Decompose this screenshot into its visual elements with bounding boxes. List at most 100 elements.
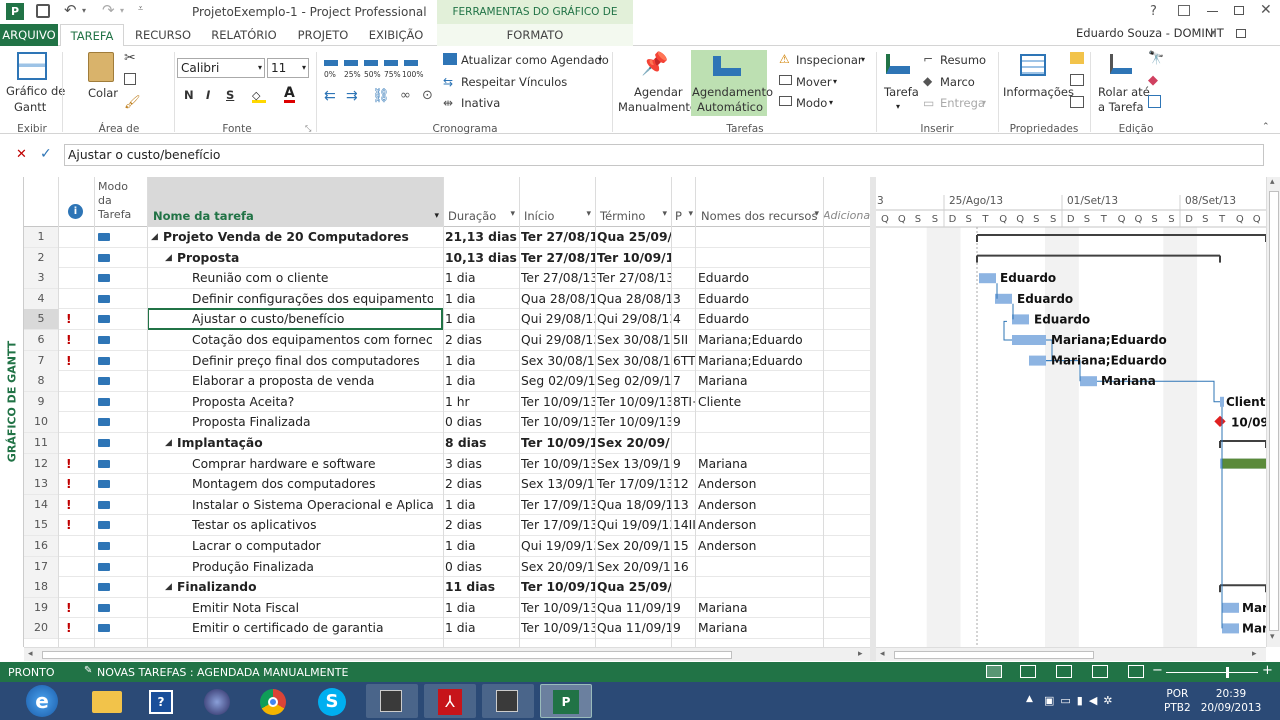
scroll-right-icon[interactable]: ▸: [858, 649, 863, 659]
task-resources[interactable]: [698, 557, 822, 577]
table-row[interactable]: 18 ◢Finalizando11 diasTer 10/09/13Qua 25/…: [24, 577, 870, 598]
task-finish[interactable]: Seg 02/09/13: [597, 371, 671, 391]
task-duration[interactable]: 2 dias: [445, 474, 519, 494]
find-icon[interactable]: 🔭: [1148, 51, 1164, 66]
task-resources[interactable]: [698, 433, 822, 453]
task-start[interactable]: Qui 29/08/13: [521, 309, 595, 329]
task-duration[interactable]: 1 dia: [445, 495, 519, 515]
auto-schedule-button-line2[interactable]: Automático: [697, 100, 763, 114]
task-predecessors[interactable]: [673, 268, 695, 288]
task-start[interactable]: Sex 13/09/13: [521, 474, 595, 494]
task-predecessors[interactable]: 9: [673, 454, 695, 474]
task-name[interactable]: Finalizando: [177, 577, 443, 597]
task-resources[interactable]: Mariana: [698, 598, 822, 618]
task-predecessors[interactable]: 3: [673, 289, 695, 309]
task-start[interactable]: Ter 17/09/13: [521, 515, 595, 535]
task-resources[interactable]: Mariana;Eduardo: [698, 351, 822, 371]
start-col-header[interactable]: Início ▾: [519, 209, 595, 223]
task-name[interactable]: Proposta Finalizada: [192, 412, 433, 432]
task-start[interactable]: Ter 10/09/13: [521, 577, 595, 597]
task-finish[interactable]: Qua 28/08/1: [597, 289, 671, 309]
tab-task[interactable]: TAREFA: [60, 24, 124, 47]
tab-resource[interactable]: RECURSO: [128, 24, 198, 46]
task-duration[interactable]: 11 dias: [445, 577, 519, 597]
table-row[interactable]: 7! Definir preço final dos computadores 1 …: [24, 350, 870, 372]
task-predecessors[interactable]: 14II: [673, 515, 695, 535]
move-button[interactable]: Mover: [796, 75, 832, 89]
task-finish[interactable]: Qui 29/08/13: [597, 309, 671, 329]
task-duration[interactable]: 2 dias: [445, 330, 519, 350]
underline-button[interactable]: S: [226, 88, 234, 102]
task-name[interactable]: Elaborar a proposta de venda: [192, 371, 433, 391]
table-row[interactable]: 13! Montagem dos computadores 2 dias Sex 13…: [24, 474, 870, 495]
task-resources[interactable]: Mariana: [698, 454, 822, 474]
language-indicator[interactable]: POR PTB2: [1164, 687, 1191, 715]
customize-qat-icon[interactable]: ⩡: [138, 4, 143, 14]
table-row[interactable]: 16 Lacrar o computador 1 dia Qui 19/09/13 Se…: [24, 536, 870, 557]
task-name[interactable]: Projeto Venda de 20 Computadores: [163, 227, 443, 247]
task-name[interactable]: Testar os aplicativos: [192, 515, 433, 535]
task-predecessors[interactable]: 16: [673, 557, 695, 577]
task-name[interactable]: Lacrar o computador: [192, 536, 433, 556]
table-row[interactable]: 20! Emitir o certificado de garantia 1 dia…: [24, 618, 870, 639]
project-taskbar-icon[interactable]: P: [540, 684, 592, 718]
gantt-chart-button[interactable]: Gráfico de: [6, 84, 65, 98]
scroll-left-icon[interactable]: ◂: [28, 649, 33, 659]
clear-icon[interactable]: ◆: [1148, 73, 1158, 88]
pct-100-button[interactable]: 100%: [402, 70, 423, 79]
split-task-icon[interactable]: ⊙: [422, 88, 433, 103]
task-finish[interactable]: Qua 18/09/1: [597, 495, 671, 515]
task-duration[interactable]: 3 dias: [445, 454, 519, 474]
duration-col-header[interactable]: Duração ▾: [443, 209, 519, 223]
collapse-toggle-icon[interactable]: ◢: [165, 577, 172, 597]
task-duration[interactable]: 1 dia: [445, 536, 519, 556]
task-start[interactable]: Ter 10/09/13: [521, 392, 595, 412]
task-start[interactable]: Ter 10/09/13: [521, 433, 595, 453]
task-predecessors[interactable]: [673, 577, 695, 597]
table-row[interactable]: 15! Testar os aplicativos 2 dias Ter 17/09/…: [24, 515, 870, 536]
summary-button[interactable]: Resumo: [940, 53, 986, 67]
format-painter-icon[interactable]: 🖌: [124, 95, 141, 110]
gantt-horizontal-scrollbar[interactable]: ◂ ▸: [876, 647, 1266, 661]
add-column-header[interactable]: Adicionar N: [823, 209, 870, 222]
table-row[interactable]: 6! Cotação dos equipamentos com fornecedo…: [24, 330, 870, 351]
task-duration[interactable]: 1 dia: [445, 371, 519, 391]
information-button[interactable]: Informações: [1003, 85, 1074, 99]
task-duration[interactable]: 8 dias: [445, 433, 519, 453]
view-report-icon[interactable]: [1128, 665, 1144, 678]
task-finish[interactable]: Ter 10/09/13: [597, 248, 671, 268]
minimize-button[interactable]: [1207, 11, 1218, 12]
respect-links-icon[interactable]: ⇉: [346, 88, 358, 104]
task-duration[interactable]: 0 dias: [445, 412, 519, 432]
task-resources[interactable]: Eduardo: [698, 289, 822, 309]
task-duration[interactable]: 1 dia: [445, 598, 519, 618]
notes-icon[interactable]: [1070, 52, 1084, 64]
mode-button[interactable]: Modo: [796, 96, 827, 110]
table-row[interactable]: 9 Proposta Aceita? 1 hr Ter 10/09/13 Ter 10/…: [24, 391, 870, 413]
skype-icon[interactable]: S: [308, 684, 360, 718]
finish-col-header[interactable]: Término ▾: [595, 209, 671, 223]
zoom-thumb[interactable]: [1226, 667, 1229, 678]
predecessors-col-header[interactable]: P ▾: [671, 209, 695, 223]
view-usage-icon[interactable]: [1020, 665, 1036, 678]
task-name[interactable]: Montagem dos computadores: [192, 474, 433, 494]
task-duration[interactable]: 1 hr: [445, 392, 519, 412]
task-finish[interactable]: Qua 25/09/1: [597, 227, 671, 247]
ribbon-restore-icon[interactable]: [1236, 29, 1246, 38]
font-size-select[interactable]: 11 ▾: [267, 58, 309, 78]
help-button[interactable]: ?: [1150, 4, 1157, 19]
manually-schedule-button-line2[interactable]: Manualmente: [618, 100, 697, 114]
table-row[interactable]: 1 ◢ Projeto Venda de 20 Computadores 21,13 …: [24, 227, 870, 248]
manually-schedule-button[interactable]: Agendar: [634, 85, 683, 99]
scroll-down-icon[interactable]: ▾: [1270, 632, 1275, 642]
task-resources[interactable]: Mariana: [698, 618, 822, 638]
highlight-color-icon[interactable]: ◇: [252, 89, 266, 103]
task-name[interactable]: Proposta Aceita?: [192, 392, 433, 412]
task-start[interactable]: Ter 10/09/13: [521, 598, 595, 618]
pct-75-button[interactable]: 75%: [384, 70, 401, 79]
unlink-tasks-icon[interactable]: ∞: [400, 88, 411, 103]
paste-button[interactable]: Colar: [88, 86, 118, 100]
italic-button[interactable]: I: [206, 88, 210, 102]
task-duration[interactable]: 0 dias: [445, 557, 519, 577]
task-name[interactable]: Produção Finalizada: [192, 557, 433, 577]
